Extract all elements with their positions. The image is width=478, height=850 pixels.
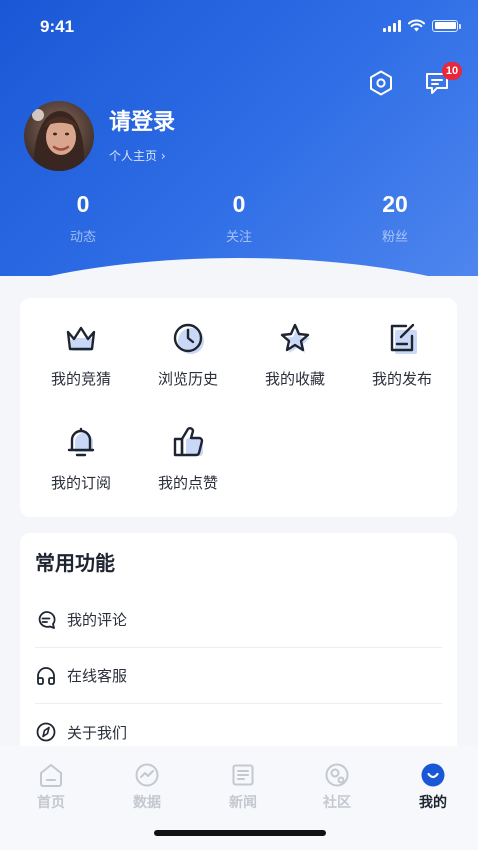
status-icons bbox=[383, 19, 461, 32]
section-title: 常用功能 bbox=[35, 551, 115, 575]
quick-action-guess[interactable]: 我的竞猜 bbox=[31, 298, 131, 388]
settings-button[interactable] bbox=[366, 68, 396, 98]
header-curve bbox=[0, 258, 478, 276]
chart-icon bbox=[135, 763, 159, 787]
crown-icon bbox=[66, 326, 96, 351]
menu-item-label: 我的评论 bbox=[67, 611, 128, 629]
quick-action-posts[interactable]: 我的发布 bbox=[352, 298, 452, 388]
avatar[interactable] bbox=[24, 101, 94, 171]
stat-posts-value: 0 bbox=[76, 191, 90, 217]
news-icon bbox=[232, 764, 254, 786]
profile-stats: 0 动态 0 关注 20 粉丝 bbox=[0, 188, 478, 254]
message-button[interactable]: 10 bbox=[422, 62, 462, 98]
stat-following-label: 关注 bbox=[225, 230, 252, 245]
stat-fans[interactable]: 20 粉丝 bbox=[335, 188, 455, 245]
stat-posts-label: 动态 bbox=[69, 230, 96, 245]
tab-data[interactable]: 数据 bbox=[112, 762, 182, 812]
compass-icon bbox=[36, 722, 56, 742]
thumbs-up-icon bbox=[173, 427, 204, 457]
profile-icon bbox=[421, 763, 445, 787]
tab-label: 我的 bbox=[419, 795, 447, 811]
stat-following-value: 0 bbox=[232, 191, 246, 217]
edit-icon bbox=[390, 323, 417, 354]
tab-home[interactable]: 首页 bbox=[16, 762, 86, 812]
tab-label: 首页 bbox=[37, 795, 65, 811]
login-prompt[interactable]: 请登录 bbox=[109, 104, 175, 136]
tab-label: 数据 bbox=[133, 795, 161, 811]
star-icon bbox=[280, 323, 310, 353]
quick-actions-card: 我的竞猜 浏览历史 我的收藏 我的发布 我的订阅 我的点赞 bbox=[20, 298, 457, 517]
quick-action-label: 我的收藏 bbox=[264, 370, 325, 388]
tab-label: 社区 bbox=[323, 795, 351, 811]
quick-action-label: 我的发布 bbox=[371, 370, 432, 388]
battery-icon bbox=[432, 19, 461, 32]
tab-label: 新闻 bbox=[229, 795, 257, 811]
common-functions-card: 常用功能 我的评论 在线客服 关于我们 bbox=[20, 533, 457, 763]
bell-icon bbox=[67, 427, 95, 457]
menu-item-label: 关于我们 bbox=[67, 723, 128, 742]
profile-homepage-link[interactable]: 个人主页 › bbox=[109, 147, 166, 164]
quick-action-likes[interactable]: 我的点赞 bbox=[138, 402, 238, 492]
stat-posts[interactable]: 0 动态 bbox=[23, 188, 143, 245]
quick-action-history[interactable]: 浏览历史 bbox=[138, 298, 238, 388]
menu-item-customer-service[interactable]: 在线客服 bbox=[35, 648, 442, 704]
quick-action-label: 我的竞猜 bbox=[50, 370, 111, 388]
profile-link-label: 个人主页 › bbox=[109, 149, 166, 163]
home-icon bbox=[40, 764, 62, 787]
quick-action-favorites[interactable]: 我的收藏 bbox=[245, 298, 345, 388]
quick-action-subscriptions[interactable]: 我的订阅 bbox=[31, 402, 131, 492]
menu-item-comments[interactable]: 我的评论 bbox=[35, 592, 442, 648]
settings-hexagon-icon bbox=[370, 70, 392, 96]
quick-action-label: 我的订阅 bbox=[50, 474, 111, 492]
headset-icon bbox=[37, 666, 55, 685]
tab-community[interactable]: 社区 bbox=[302, 762, 372, 812]
home-indicator bbox=[154, 830, 326, 836]
clock-icon bbox=[173, 323, 204, 354]
stat-fans-label: 粉丝 bbox=[381, 230, 408, 245]
menu-item-label: 在线客服 bbox=[67, 667, 128, 685]
wifi-icon bbox=[408, 19, 425, 32]
status-bar: 9:41 bbox=[0, 0, 478, 54]
quick-action-label: 我的点赞 bbox=[157, 474, 218, 492]
avatar-image bbox=[24, 101, 94, 171]
status-time: 9:41 bbox=[40, 17, 75, 36]
community-icon bbox=[325, 763, 349, 787]
stat-following[interactable]: 0 关注 bbox=[179, 188, 299, 245]
message-badge: 10 bbox=[442, 62, 462, 80]
comment-icon bbox=[38, 610, 56, 629]
stat-fans-value: 20 bbox=[382, 191, 408, 217]
tab-mine[interactable]: 我的 bbox=[398, 762, 468, 812]
quick-action-label: 浏览历史 bbox=[157, 370, 218, 388]
signal-icon bbox=[383, 19, 401, 32]
tab-news[interactable]: 新闻 bbox=[208, 762, 278, 812]
